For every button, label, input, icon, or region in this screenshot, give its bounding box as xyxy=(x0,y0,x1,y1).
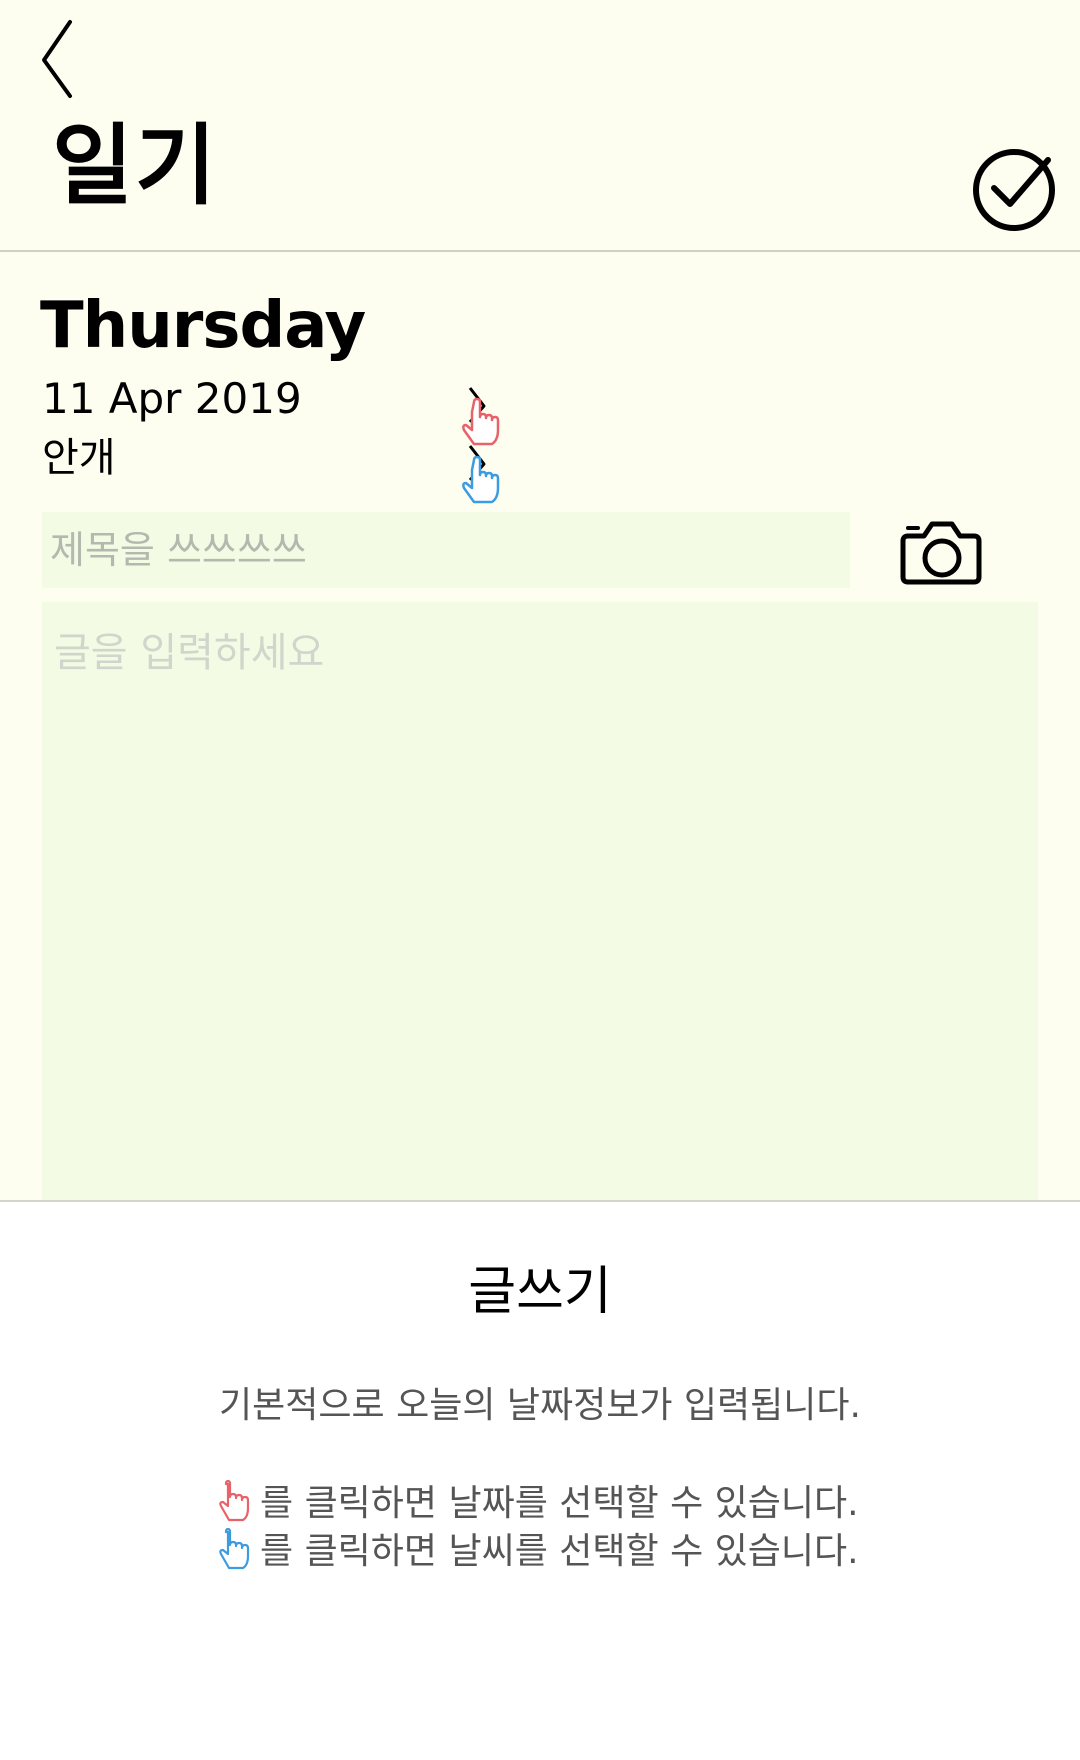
title-input[interactable] xyxy=(42,512,850,588)
date-value[interactable]: 11 Apr 2019 xyxy=(42,378,302,420)
weather-value[interactable]: 안개 xyxy=(42,438,116,478)
guide-title: 글쓰기 xyxy=(468,1262,612,1322)
guide-panel: 글쓰기 기본적으로 오늘의 날짜정보가 입력됩니다. 를 클릭하면 날짜를 선택… xyxy=(0,1200,1080,1760)
blue-pointing-hand-icon xyxy=(219,1528,250,1570)
guide-default-date-text: 기본적으로 오늘의 날짜정보가 입력됩니다. xyxy=(219,1385,861,1426)
day-name: Thursday xyxy=(40,289,366,363)
camera-icon[interactable] xyxy=(900,516,982,586)
app-header: 일기 xyxy=(0,0,1080,252)
date-select-pointing-hand-icon[interactable] xyxy=(456,386,504,450)
weather-select-pointing-hand-icon[interactable] xyxy=(456,444,504,508)
chevron-left-icon[interactable] xyxy=(36,18,96,100)
red-pointing-hand-icon xyxy=(219,1480,250,1522)
guide-weather-text: 를 클릭하면 날씨를 선택할 수 있습니다. xyxy=(260,1531,859,1572)
guide-weather-row: 를 클릭하면 날씨를 선택할 수 있습니다. xyxy=(216,1524,859,1580)
body-textarea[interactable] xyxy=(42,602,1038,1202)
diary-entry-form: Thursday 11 Apr 2019 안개 xyxy=(0,252,1080,1202)
page-title: 일기 xyxy=(52,114,218,217)
guide-date-text: 를 클릭하면 날짜를 선택할 수 있습니다. xyxy=(260,1483,859,1524)
check-circle-icon[interactable] xyxy=(972,144,1060,232)
diary-screen: 일기 Thursday 11 Apr 2019 안개 글쓰기 기본적으로 오늘의… xyxy=(0,0,1080,1760)
